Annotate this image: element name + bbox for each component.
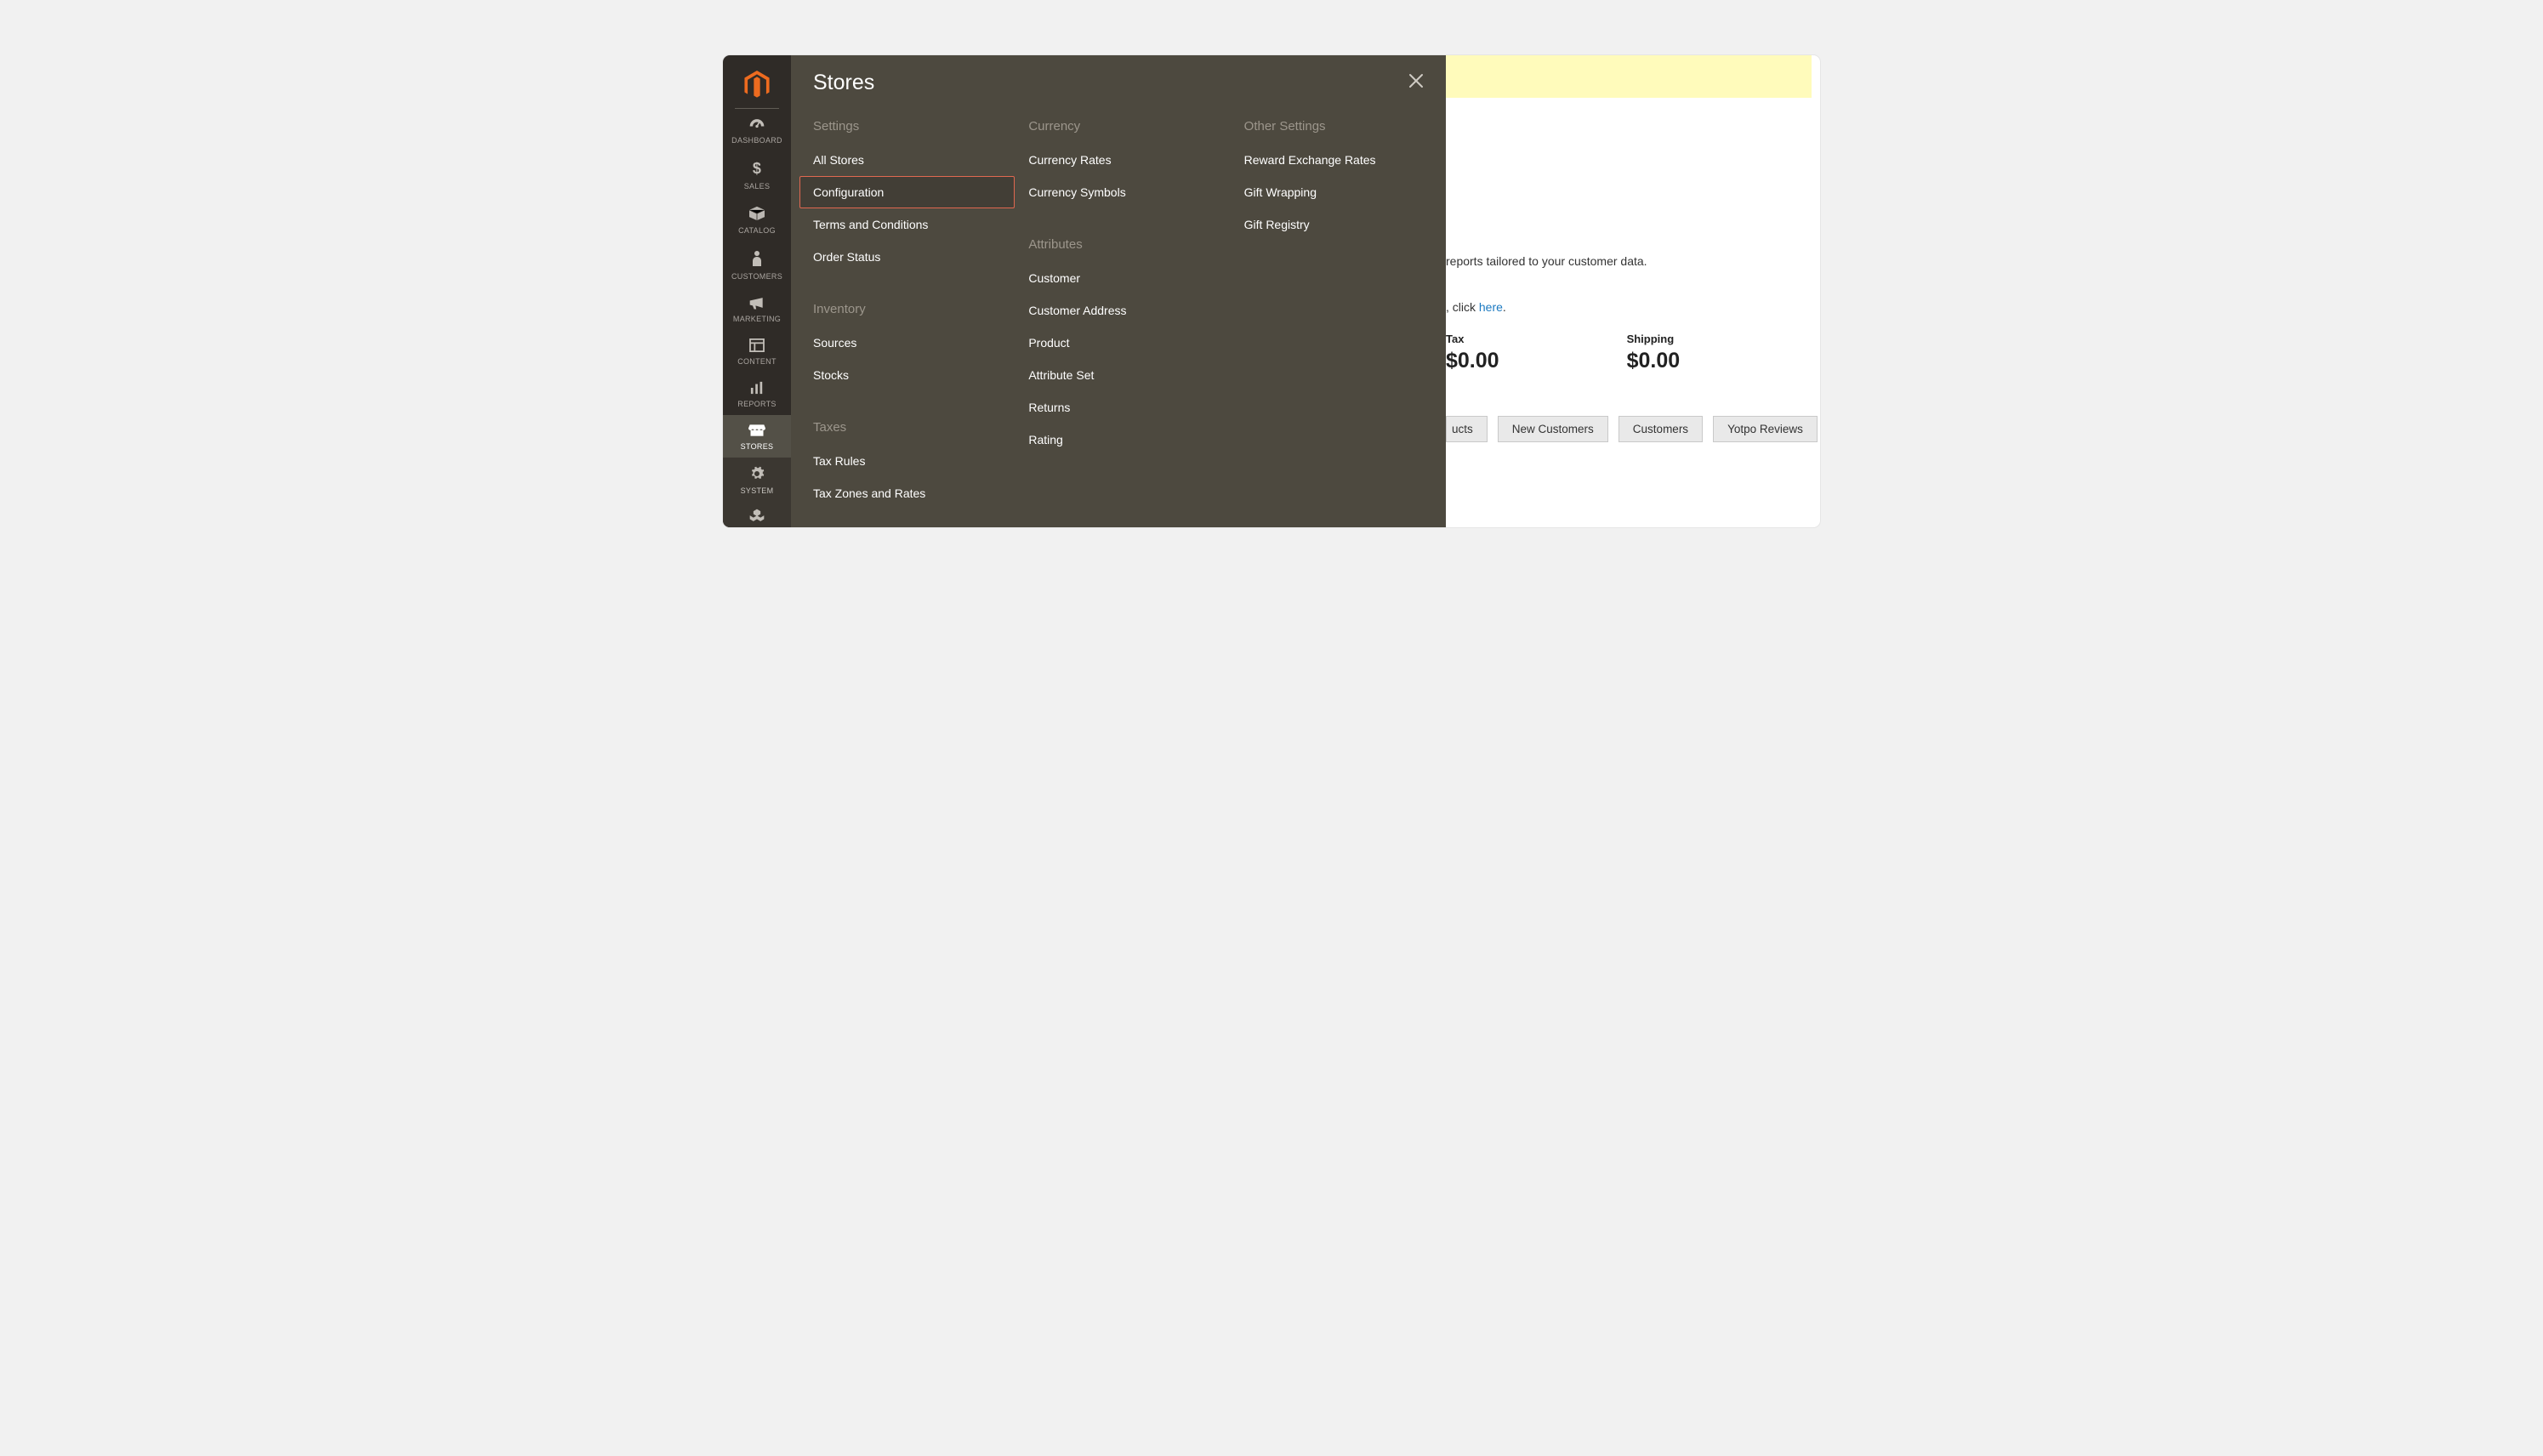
stat-label: Shipping bbox=[1627, 333, 1681, 345]
tab-customers[interactable]: Customers bbox=[1619, 416, 1703, 442]
stat-shipping: Shipping $0.00 bbox=[1627, 333, 1681, 373]
sidebar-item-label: CATALOG bbox=[723, 226, 791, 235]
close-icon[interactable] bbox=[1408, 73, 1424, 93]
menu-link-currency-symbols[interactable]: Currency Symbols bbox=[1015, 176, 1230, 208]
sidebar-item-find-partners-extensions[interactable]: FIND PARTNERS & EXTENSIONS bbox=[723, 502, 791, 527]
menu-link-terms-and-conditions[interactable]: Terms and Conditions bbox=[799, 208, 1015, 241]
sidebar-item-marketing[interactable]: MARKETING bbox=[723, 287, 791, 330]
sidebar-item-label: REPORTS bbox=[723, 400, 791, 408]
menu-link-gift-wrapping[interactable]: Gift Wrapping bbox=[1231, 176, 1446, 208]
stat-value: $0.00 bbox=[1446, 349, 1499, 373]
sidebar-item-label: SYSTEM bbox=[723, 486, 791, 495]
sidebar-item-content[interactable]: CONTENT bbox=[723, 330, 791, 373]
menu-group-title: Attributes bbox=[1015, 232, 1230, 262]
layout-icon bbox=[723, 338, 791, 354]
stores-flyout: Stores SettingsAll StoresConfigurationTe… bbox=[791, 55, 1446, 527]
menu-link-gift-registry[interactable]: Gift Registry bbox=[1231, 208, 1446, 241]
menu-link-customer-address[interactable]: Customer Address bbox=[1015, 294, 1230, 327]
sidebar-item-label: MARKETING bbox=[723, 315, 791, 323]
sidebar-item-catalog[interactable]: CATALOG bbox=[723, 197, 791, 242]
menu-link-order-status[interactable]: Order Status bbox=[799, 241, 1015, 273]
stat-value: $0.00 bbox=[1627, 349, 1681, 373]
svg-text:$: $ bbox=[753, 160, 761, 177]
sidebar-item-label: CONTENT bbox=[723, 357, 791, 366]
stat-tax: Tax $0.00 bbox=[1446, 333, 1499, 373]
here-link[interactable]: here bbox=[1479, 300, 1503, 314]
person-icon bbox=[723, 250, 791, 269]
menu-link-currency-rates[interactable]: Currency Rates bbox=[1015, 144, 1230, 176]
menu-group-title: Settings bbox=[799, 114, 1015, 144]
sidebar-item-sales[interactable]: $ SALES bbox=[723, 151, 791, 197]
menu-group-title: Inventory bbox=[799, 297, 1015, 327]
app-frame: DASHBOARD $ SALES CATALOG CUSTOMERS MARKETING… bbox=[723, 55, 1820, 527]
admin-sidebar: DASHBOARD $ SALES CATALOG CUSTOMERS MARKETING… bbox=[723, 55, 791, 527]
sidebar-item-customers[interactable]: CUSTOMERS bbox=[723, 242, 791, 287]
menu-link-attribute-set[interactable]: Attribute Set bbox=[1015, 359, 1230, 391]
menu-link-tax-zones-and-rates[interactable]: Tax Zones and Rates bbox=[799, 477, 1015, 509]
gear-icon bbox=[723, 466, 791, 483]
menu-group-title: Other Settings bbox=[1231, 114, 1446, 144]
tab-ucts[interactable]: ucts bbox=[1446, 416, 1488, 442]
sidebar-item-label: STORES bbox=[723, 442, 791, 451]
tab-yotpo-reviews[interactable]: Yotpo Reviews bbox=[1713, 416, 1818, 442]
storefront-icon bbox=[723, 424, 791, 439]
box-icon bbox=[723, 206, 791, 223]
menu-link-rating[interactable]: Rating bbox=[1015, 424, 1230, 456]
menu-group-title: Taxes bbox=[799, 415, 1015, 445]
gauge-icon bbox=[723, 117, 791, 133]
click-suffix: . bbox=[1503, 300, 1506, 314]
menu-link-sources[interactable]: Sources bbox=[799, 327, 1015, 359]
dashboard-text-fragment: reports tailored to your customer data. bbox=[1446, 254, 1803, 268]
menu-link-configuration[interactable]: Configuration bbox=[799, 176, 1015, 208]
menu-link-product[interactable]: Product bbox=[1015, 327, 1230, 359]
menu-link-stocks[interactable]: Stocks bbox=[799, 359, 1015, 391]
stat-label: Tax bbox=[1446, 333, 1499, 345]
menu-group-title: Currency bbox=[1015, 114, 1230, 144]
cubes-icon bbox=[726, 509, 788, 526]
menu-link-all-stores[interactable]: All Stores bbox=[799, 144, 1015, 176]
menu-link-tax-rules[interactable]: Tax Rules bbox=[799, 445, 1015, 477]
sidebar-item-system[interactable]: SYSTEM bbox=[723, 458, 791, 502]
dashboard-click-hint: , click here. bbox=[1446, 300, 1803, 314]
dollar-icon: $ bbox=[723, 160, 791, 179]
flyout-title: Stores bbox=[813, 71, 874, 95]
sidebar-item-dashboard[interactable]: DASHBOARD bbox=[723, 109, 791, 151]
menu-link-returns[interactable]: Returns bbox=[1015, 391, 1230, 424]
sidebar-item-stores[interactable]: STORES bbox=[723, 415, 791, 458]
bars-icon bbox=[723, 381, 791, 396]
sidebar-item-label: DASHBOARD bbox=[723, 136, 791, 145]
dashboard-background: reports tailored to your customer data. … bbox=[1446, 55, 1820, 527]
notice-bar bbox=[1446, 55, 1812, 98]
sidebar-item-reports[interactable]: REPORTS bbox=[723, 373, 791, 415]
sidebar-item-label: SALES bbox=[723, 182, 791, 191]
menu-link-customer[interactable]: Customer bbox=[1015, 262, 1230, 294]
menu-link-reward-exchange-rates[interactable]: Reward Exchange Rates bbox=[1231, 144, 1446, 176]
megaphone-icon bbox=[723, 296, 791, 311]
magento-logo[interactable] bbox=[735, 64, 779, 109]
sidebar-item-label: CUSTOMERS bbox=[723, 272, 791, 281]
tab-new-customers[interactable]: New Customers bbox=[1498, 416, 1608, 442]
click-prefix: , click bbox=[1446, 300, 1479, 314]
